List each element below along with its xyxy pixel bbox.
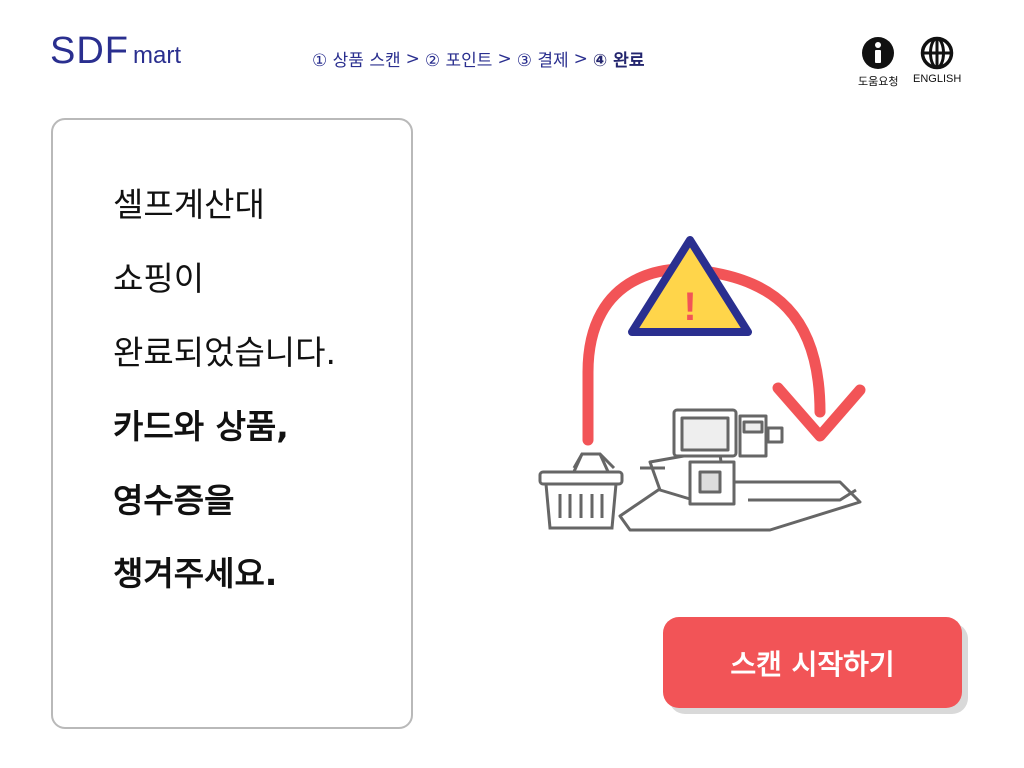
message-line-2: 쇼핑이 (113, 259, 205, 298)
logo-sub-text: mart (133, 42, 181, 69)
globe-icon (920, 36, 954, 70)
checkout-illustration: ! (538, 236, 866, 532)
english-button[interactable]: ENGLISH (913, 36, 961, 85)
step-complete: ④ 완료 (592, 51, 645, 71)
step-separator-icon: > (405, 48, 420, 69)
brand-logo: SDF mart (50, 30, 181, 73)
step-separator-icon: > (497, 48, 512, 69)
message-line-4: 카드와 상품, (113, 407, 289, 446)
step-points: ② 포인트 (424, 51, 493, 71)
scan-start-button[interactable]: 스캔 시작하기 (663, 617, 962, 708)
step-payment: ③ 결제 (516, 51, 569, 71)
info-icon (862, 37, 895, 69)
message-line-6: 챙겨주세요. (113, 554, 278, 593)
step-separator-icon: > (573, 48, 588, 69)
warning-icon: ! (628, 236, 752, 336)
basket-icon (538, 452, 624, 530)
svg-text:!: ! (683, 285, 696, 329)
message-line-3: 완료되었습니다. (113, 333, 337, 372)
help-request-button[interactable]: 도움요청 (858, 36, 898, 89)
message-line-1: 셀프계산대 (113, 185, 265, 224)
logo-main-text: SDF (50, 30, 129, 72)
message-line-5: 영수증을 (113, 481, 235, 520)
step-scan: ① 상품 스캔 (312, 51, 401, 71)
english-label: ENGLISH (913, 73, 962, 85)
progress-steps: ① 상품 스캔 > ② 포인트 > ③ 결제 > ④ 완료 (312, 46, 645, 72)
help-request-label: 도움요청 (858, 76, 899, 88)
